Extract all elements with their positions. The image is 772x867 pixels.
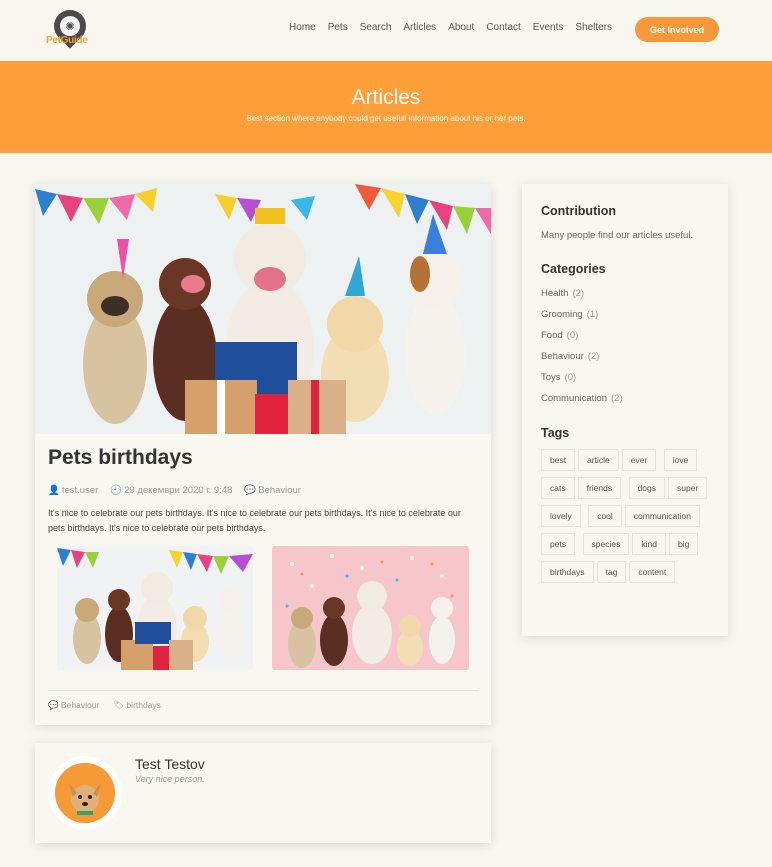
article-meta: 👤 test.user 🕘 29 декември 2020 г. 9:48 💬 Be… xyxy=(48,485,301,496)
page-title: Articles xyxy=(351,86,421,109)
sidebar: Contribution Many people find our articl… xyxy=(522,184,728,636)
tag-chip[interactable]: tag xyxy=(596,561,627,583)
tag-chip[interactable]: cool xyxy=(588,505,622,527)
category-health[interactable]: Health (2) xyxy=(541,288,584,299)
logo-wordmark: PetGuide xyxy=(46,35,88,46)
tag-chip[interactable]: article xyxy=(578,449,619,471)
site-logo[interactable]: ✺ PetGuide xyxy=(46,3,104,54)
page-banner: Articles Best section where anybody coul… xyxy=(0,61,772,153)
comment-icon: 💬 xyxy=(48,700,59,710)
author-bio: Very nice person. xyxy=(135,774,205,784)
article-title: Pets birthdays xyxy=(48,446,193,469)
nav-contact[interactable]: Contact xyxy=(486,22,520,33)
contribution-heading: Contribution xyxy=(541,204,616,218)
article-card: Pets birthdays 👤 test.user 🕘 29 декември 2… xyxy=(35,184,491,725)
page-subtitle: Best section where anybody could get use… xyxy=(246,114,526,123)
author-card: Test Testov Very nice person. xyxy=(35,743,491,843)
tag-chip[interactable]: love xyxy=(663,449,698,471)
article-body: It's nice to celebrate our pets birthday… xyxy=(48,508,461,533)
category-behaviour[interactable]: Behaviour (2) xyxy=(541,351,599,362)
article-date: 29 декември 2020 г. 9:48 xyxy=(124,485,233,496)
avatar xyxy=(55,763,115,823)
nav-home[interactable]: Home xyxy=(289,22,316,33)
footer-tag-link[interactable]: birthdays xyxy=(126,700,161,710)
article-image-1[interactable] xyxy=(57,546,253,670)
tag-chip[interactable]: lovely xyxy=(541,505,581,527)
tag-chip[interactable]: birthdays xyxy=(541,561,594,583)
paw-icon: ✺ xyxy=(60,16,80,36)
tag-chip[interactable]: pets xyxy=(541,533,576,555)
author-name: Test Testov xyxy=(135,756,205,772)
nav-search[interactable]: Search xyxy=(360,22,392,33)
tag-cloud: best article ever love cats friends dogs supe… xyxy=(541,449,721,589)
get-involved-button[interactable]: Get Involved xyxy=(635,17,719,42)
nav-shelters[interactable]: Shelters xyxy=(575,22,612,33)
tag-chip[interactable]: content xyxy=(629,561,676,583)
nav-about[interactable]: About xyxy=(448,22,474,33)
comment-icon: 💬 xyxy=(244,485,257,496)
nav-pets[interactable]: Pets xyxy=(328,22,348,33)
tags-heading: Tags xyxy=(541,426,570,440)
main-nav: Home Pets Search Articles About Contact … xyxy=(289,22,624,33)
nav-events[interactable]: Events xyxy=(533,22,564,33)
clock-icon: 🕘 xyxy=(110,485,123,496)
article-divider xyxy=(48,690,478,691)
category-food[interactable]: Food (0) xyxy=(541,330,578,341)
category-communication[interactable]: Communication (2) xyxy=(541,393,623,404)
tag-chip[interactable]: species xyxy=(582,533,630,555)
nav-articles[interactable]: Articles xyxy=(403,22,436,33)
tag-chip[interactable]: cats xyxy=(541,477,575,499)
user-icon: 👤 xyxy=(48,485,60,496)
category-grooming[interactable]: Grooming (1) xyxy=(541,309,598,320)
tag-chip[interactable]: kind xyxy=(632,533,666,555)
article-author[interactable]: test.user xyxy=(62,485,98,496)
article-hero-image xyxy=(35,184,491,434)
article-category[interactable]: Behaviour xyxy=(258,485,301,496)
tag-chip[interactable]: big xyxy=(668,533,699,555)
article-footer: 💬 Behaviour 🏷 birthdays xyxy=(48,700,161,711)
footer-category-link[interactable]: Behaviour xyxy=(61,700,99,710)
top-navbar: ✺ PetGuide Home Pets Search Articles Abo… xyxy=(0,0,772,61)
tag-chip[interactable]: super xyxy=(668,477,708,499)
tag-chip[interactable]: best xyxy=(541,449,576,471)
contribution-text: Many people find our articles useful. xyxy=(541,230,694,241)
article-image-2[interactable] xyxy=(272,546,469,670)
categories-heading: Categories xyxy=(541,262,606,276)
tag-chip[interactable]: friends xyxy=(577,477,622,499)
tag-icon: 🏷 xyxy=(113,700,125,710)
category-toys[interactable]: Toys (0) xyxy=(541,372,576,383)
tag-chip[interactable]: ever xyxy=(621,449,657,471)
tag-chip[interactable]: dogs xyxy=(628,477,665,499)
tag-chip[interactable]: communication xyxy=(624,505,700,527)
